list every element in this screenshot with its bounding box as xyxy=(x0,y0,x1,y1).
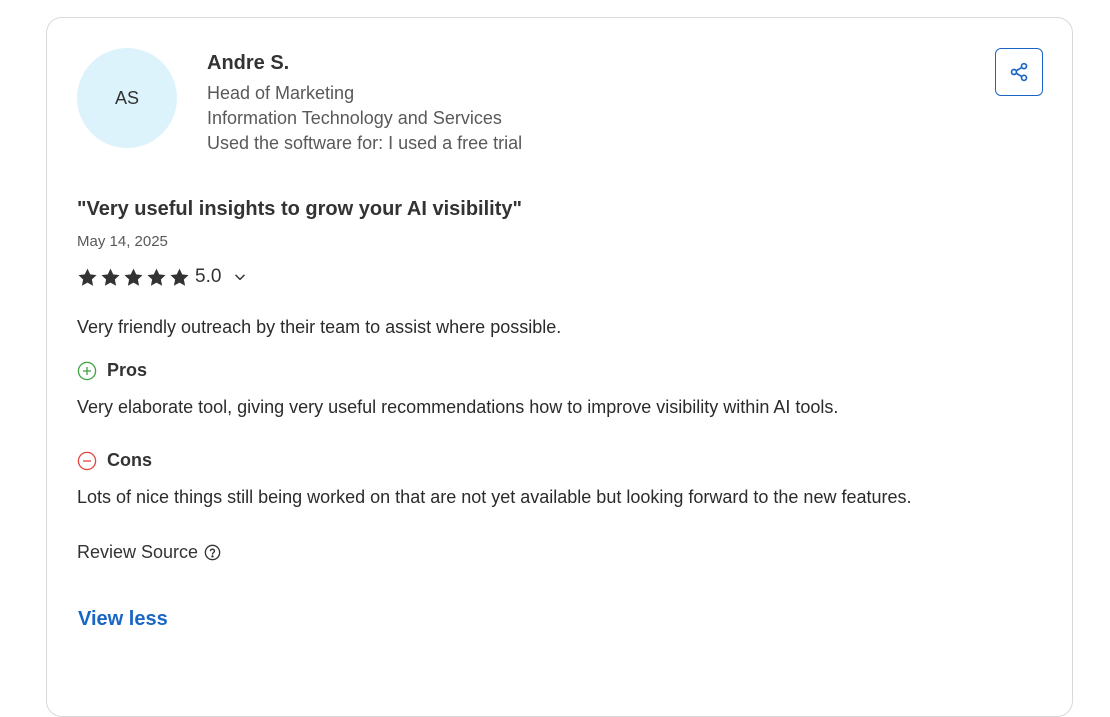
rating-value: 5.0 xyxy=(195,266,222,287)
pros-label: Pros xyxy=(107,360,148,380)
reviewer-industry: Information Technology and Services xyxy=(207,108,502,128)
star-icon xyxy=(101,268,120,286)
view-less-link[interactable]: View less xyxy=(78,608,168,631)
review-source: Review Source xyxy=(77,542,221,563)
reviewer-name: Andre S. xyxy=(207,52,290,74)
pros-text: Very elaborate tool, giving very useful … xyxy=(77,397,839,417)
review-title: "Very useful insights to grow your AI vi… xyxy=(77,198,522,220)
reviewer-info: Andre S. Head of Marketing Information T… xyxy=(207,52,522,156)
cons-heading: Cons xyxy=(77,450,152,471)
rating-details-toggle[interactable] xyxy=(233,270,247,284)
question-circle-icon[interactable] xyxy=(204,544,221,561)
plus-circle-icon xyxy=(77,361,97,380)
review-card: AS Andre S. Head of Marketing Informatio… xyxy=(46,17,1073,717)
review-summary: Very friendly outreach by their team to … xyxy=(77,317,562,337)
cons-label: Cons xyxy=(107,450,152,470)
review-date: May 14, 2025 xyxy=(77,233,168,250)
share-icon xyxy=(1010,62,1028,82)
cons-text: Lots of nice things still being worked o… xyxy=(77,487,912,507)
minus-circle-icon xyxy=(77,451,97,470)
reviewer-job-title: Head of Marketing xyxy=(207,83,355,103)
star-icon xyxy=(78,268,97,286)
star-icon xyxy=(124,268,143,286)
chevron-down-icon xyxy=(235,274,246,281)
star-icon xyxy=(147,268,166,286)
pros-heading: Pros xyxy=(77,360,147,381)
avatar-initials: AS xyxy=(114,87,139,108)
rating: 5.0 xyxy=(77,266,247,288)
avatar: AS xyxy=(77,48,177,148)
star-rating xyxy=(77,267,190,288)
share-button[interactable] xyxy=(995,48,1043,96)
review-source-label: Review Source xyxy=(77,542,199,562)
star-icon xyxy=(170,268,189,286)
reviewer-usage: Used the software for: I used a free tri… xyxy=(207,133,523,153)
